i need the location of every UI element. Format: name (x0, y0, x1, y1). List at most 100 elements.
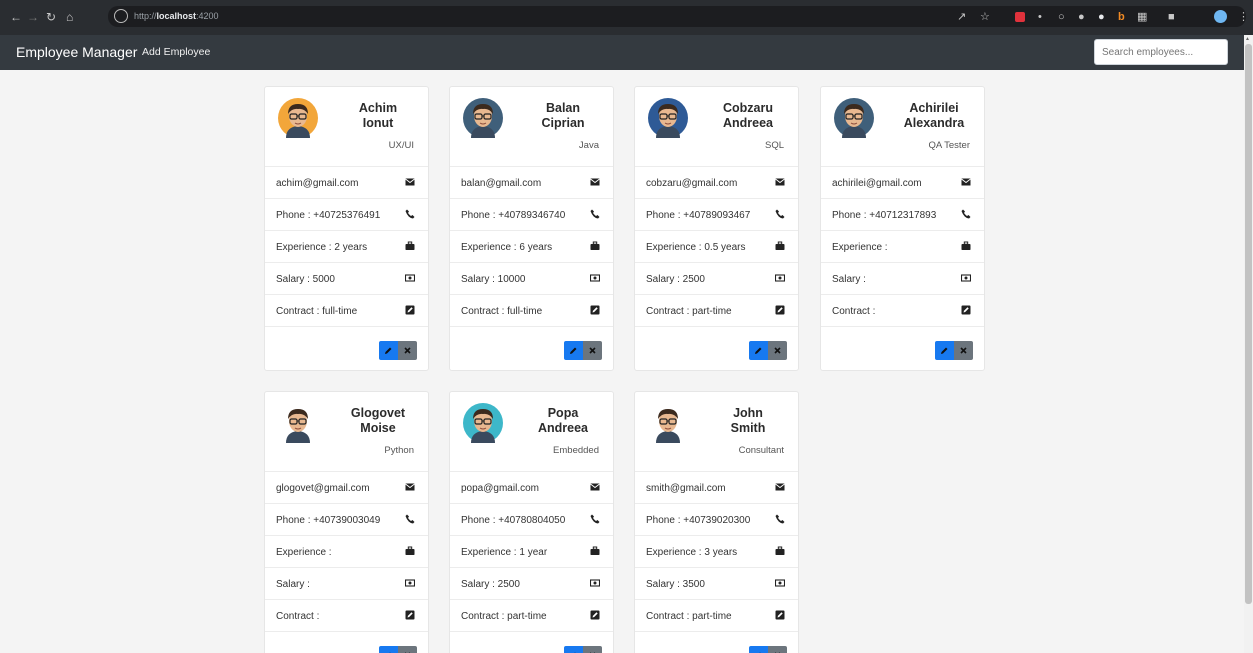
briefcase-icon (590, 546, 600, 555)
extensions-puzzle-icon[interactable]: ▦ (1137, 10, 1147, 24)
delete-button[interactable] (583, 341, 602, 360)
experience-text: Experience : 3 years (646, 547, 738, 558)
employee-role: Python (384, 445, 414, 456)
back-icon[interactable]: ← (10, 9, 22, 25)
profile-icon[interactable] (1214, 10, 1227, 23)
card-header: John Smith Consultant (635, 392, 798, 472)
bookmark-star-icon[interactable]: ☆ (980, 10, 990, 24)
card-header: Achim Ionut UX/UI (265, 87, 428, 167)
email-text: cobzaru@gmail.com (646, 178, 738, 189)
extension-solid-icon[interactable]: ● (1098, 10, 1105, 24)
edit-button[interactable] (749, 646, 768, 653)
sidepanel-icon[interactable]: ■ (1168, 10, 1175, 24)
browser-chrome: ← → ↻ ⌂ http://localhost:4200 ↗ ☆ • ○ ● … (0, 0, 1253, 35)
employee-role: Java (578, 140, 599, 151)
money-icon (961, 274, 971, 282)
phone-text: Phone : +40725376491 (276, 210, 381, 221)
employee-first-name: Balan (545, 101, 581, 115)
phone-text: Phone : +40780804050 (461, 515, 566, 526)
site-info-icon[interactable] (114, 9, 128, 23)
phone-row: Phone : +40789093467 (635, 199, 798, 231)
contract-row: Contract : full-time (450, 295, 613, 327)
menu-kebab-icon[interactable]: ⋮ (1238, 10, 1249, 24)
share-icon[interactable]: ↗ (957, 10, 966, 24)
card-actions (450, 327, 613, 370)
extension-dot-icon[interactable]: ● (1078, 10, 1085, 24)
salary-text: Salary : (276, 579, 310, 590)
email-text: glogovet@gmail.com (276, 483, 370, 494)
experience-text: Experience : 0.5 years (646, 242, 746, 253)
edit-button[interactable] (564, 341, 583, 360)
envelope-icon (961, 178, 971, 186)
phone-text: Phone : +40789346740 (461, 210, 566, 221)
edit-square-icon (405, 610, 415, 620)
home-icon[interactable]: ⌂ (66, 9, 73, 25)
address-url[interactable]: http://localhost:4200 (134, 10, 219, 22)
salary-text: Salary : 2500 (646, 274, 705, 285)
delete-button[interactable] (398, 341, 417, 360)
brand-link[interactable]: Employee Manager (16, 44, 137, 61)
times-icon (589, 347, 596, 354)
edit-button[interactable] (564, 646, 583, 653)
employee-first-name: Cobzaru (723, 101, 773, 115)
delete-button[interactable] (768, 341, 787, 360)
experience-text: Experience : 2 years (276, 242, 368, 253)
employee-name: Balan Ciprian (522, 101, 604, 131)
extension-icon[interactable] (1015, 12, 1025, 22)
reload-icon[interactable]: ↻ (46, 9, 56, 25)
pencil-icon (385, 347, 392, 354)
delete-button[interactable] (768, 646, 787, 653)
contract-row: Contract : part-time (450, 600, 613, 632)
extension-circle-icon[interactable]: ○ (1058, 10, 1065, 24)
extension-dash-icon[interactable]: • (1038, 10, 1042, 24)
employee-card: Cobzaru Andreea SQL cobzaru@gmail.com Ph… (634, 86, 799, 371)
employee-first-name: Achirilei (909, 101, 959, 115)
briefcase-icon (775, 241, 785, 250)
edit-button[interactable] (935, 341, 954, 360)
employee-last-name: Andreea (722, 116, 774, 130)
card-actions (635, 632, 798, 653)
address-bar[interactable] (108, 6, 1246, 27)
employee-last-name: Ionut (362, 116, 394, 130)
extension-b-icon[interactable]: b (1118, 10, 1125, 24)
employee-last-name: Ciprian (541, 116, 585, 130)
delete-button[interactable] (583, 646, 602, 653)
avatar (463, 98, 503, 138)
phone-text: Phone : +40739003049 (276, 515, 381, 526)
forward-icon[interactable]: → (27, 9, 39, 25)
experience-row: Experience : 6 years (450, 231, 613, 263)
edit-button[interactable] (379, 646, 398, 653)
employee-card: Achim Ionut UX/UI achim@gmail.com Phone … (264, 86, 429, 371)
add-employee-link[interactable]: Add Employee (142, 46, 210, 59)
search-input[interactable] (1094, 39, 1228, 65)
edit-button[interactable] (749, 341, 768, 360)
avatar (648, 403, 688, 443)
times-icon (774, 347, 781, 354)
scroll-up-icon[interactable]: ▲ (1245, 36, 1250, 42)
delete-button[interactable] (954, 341, 973, 360)
times-icon (960, 347, 967, 354)
salary-text: Salary : (832, 274, 866, 285)
contract-row: Contract : part-time (635, 295, 798, 327)
employee-card: Balan Ciprian Java balan@gmail.com Phone… (449, 86, 614, 371)
card-actions (821, 327, 984, 370)
edit-button[interactable] (379, 341, 398, 360)
money-icon (405, 274, 415, 282)
briefcase-icon (405, 546, 415, 555)
edit-square-icon (590, 305, 600, 315)
phone-icon (590, 514, 600, 524)
avatar (648, 98, 688, 138)
phone-text: Phone : +40712317893 (832, 210, 937, 221)
contract-row: Contract : part-time (635, 600, 798, 632)
experience-row: Experience : 2 years (265, 231, 428, 263)
phone-icon (775, 209, 785, 219)
employee-name: Achim Ionut (337, 101, 419, 131)
envelope-icon (405, 178, 415, 186)
phone-row: Phone : +40725376491 (265, 199, 428, 231)
card-actions (265, 327, 428, 370)
card-header: Glogovet Moise Python (265, 392, 428, 472)
delete-button[interactable] (398, 646, 417, 653)
card-actions (450, 632, 613, 653)
scrollbar-thumb[interactable] (1245, 44, 1252, 604)
envelope-icon (775, 178, 785, 186)
